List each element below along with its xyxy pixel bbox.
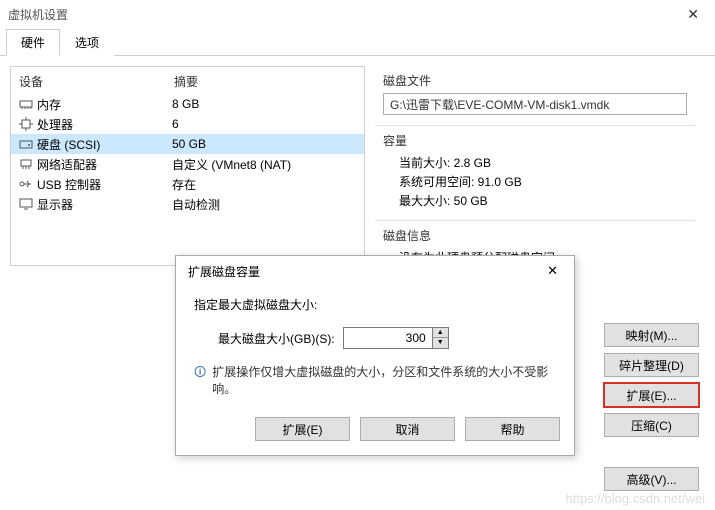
tab-options[interactable]: 选项 [60, 29, 114, 56]
capacity-label: 容量 [383, 130, 687, 153]
current-size: 当前大小: 2.8 GB [383, 153, 687, 172]
cpu-icon [17, 117, 35, 131]
titlebar: 虚拟机设置 ✕ [0, 0, 715, 28]
expand-button[interactable]: 扩展(E)... [604, 383, 699, 407]
watermark: https://blog.csdn.net/wei [566, 491, 705, 506]
device-row-memory[interactable]: 内存 8 GB [11, 94, 364, 114]
dialog-expand-button[interactable]: 扩展(E) [255, 417, 350, 441]
window-title: 虚拟机设置 [8, 6, 68, 23]
memory-icon [17, 98, 35, 110]
dialog-titlebar: 扩展磁盘容量 ✕ [176, 256, 574, 286]
defrag-button[interactable]: 碎片整理(D) [604, 353, 699, 377]
dialog-close-icon[interactable]: ✕ [541, 261, 564, 281]
diskfile-path[interactable] [383, 93, 687, 115]
free-space: 系统可用空间: 91.0 GB [383, 172, 687, 191]
main-content: 设备 摘要 内存 8 GB 处理器 6 硬盘 (SCSI) 50 GB 网络适配… [0, 56, 715, 287]
disk-actions: 映射(M)... 碎片整理(D) 扩展(E)... 压缩(C) 高级(V)... [604, 323, 699, 491]
dialog-help-button[interactable]: 帮助 [465, 417, 560, 441]
tab-hardware[interactable]: 硬件 [6, 29, 60, 56]
advanced-button[interactable]: 高级(V)... [604, 467, 699, 491]
dialog-note: 🛈 扩展操作仅增大虚拟磁盘的大小，分区和文件系统的大小不受影响。 [194, 363, 556, 397]
dialog-prompt: 指定最大虚拟磁盘大小: [194, 296, 556, 313]
nic-icon [17, 158, 35, 170]
compress-button[interactable]: 压缩(C) [604, 413, 699, 437]
max-size-label: 最大磁盘大小(GB)(S): [218, 330, 335, 347]
device-row-usb[interactable]: USB 控制器 存在 [11, 174, 364, 194]
device-row-cpu[interactable]: 处理器 6 [11, 114, 364, 134]
expand-dialog: 扩展磁盘容量 ✕ 指定最大虚拟磁盘大小: 最大磁盘大小(GB)(S): ▲ ▼ … [175, 255, 575, 456]
header-summary: 摘要 [174, 73, 356, 90]
spin-up-icon[interactable]: ▲ [433, 328, 448, 338]
header-device: 设备 [19, 73, 174, 90]
usb-icon [17, 178, 35, 190]
diskinfo-label: 磁盘信息 [383, 225, 687, 248]
device-row-nic[interactable]: 网络适配器 自定义 (VMnet8 (NAT) [11, 154, 364, 174]
info-icon: 🛈 [194, 363, 206, 397]
device-list-header: 设备 摘要 [11, 67, 364, 94]
diskfile-label: 磁盘文件 [383, 70, 687, 93]
dialog-cancel-button[interactable]: 取消 [360, 417, 455, 441]
spin-down-icon[interactable]: ▼ [433, 338, 448, 348]
display-icon [17, 198, 35, 210]
device-row-display[interactable]: 显示器 自动检测 [11, 194, 364, 214]
map-button[interactable]: 映射(M)... [604, 323, 699, 347]
close-icon[interactable]: ✕ [679, 2, 707, 27]
device-row-disk[interactable]: 硬盘 (SCSI) 50 GB [11, 134, 364, 154]
dialog-title: 扩展磁盘容量 [188, 263, 260, 280]
max-size: 最大大小: 50 GB [383, 191, 687, 210]
tab-strip: 硬件 选项 [0, 28, 715, 56]
max-size-input[interactable] [343, 327, 433, 349]
max-size-spinner[interactable]: ▲ ▼ [343, 327, 449, 349]
details-panel: 磁盘文件 容量 当前大小: 2.8 GB 系统可用空间: 91.0 GB 最大大… [375, 66, 695, 277]
disk-icon [17, 138, 35, 150]
device-list-panel: 设备 摘要 内存 8 GB 处理器 6 硬盘 (SCSI) 50 GB 网络适配… [10, 66, 365, 266]
